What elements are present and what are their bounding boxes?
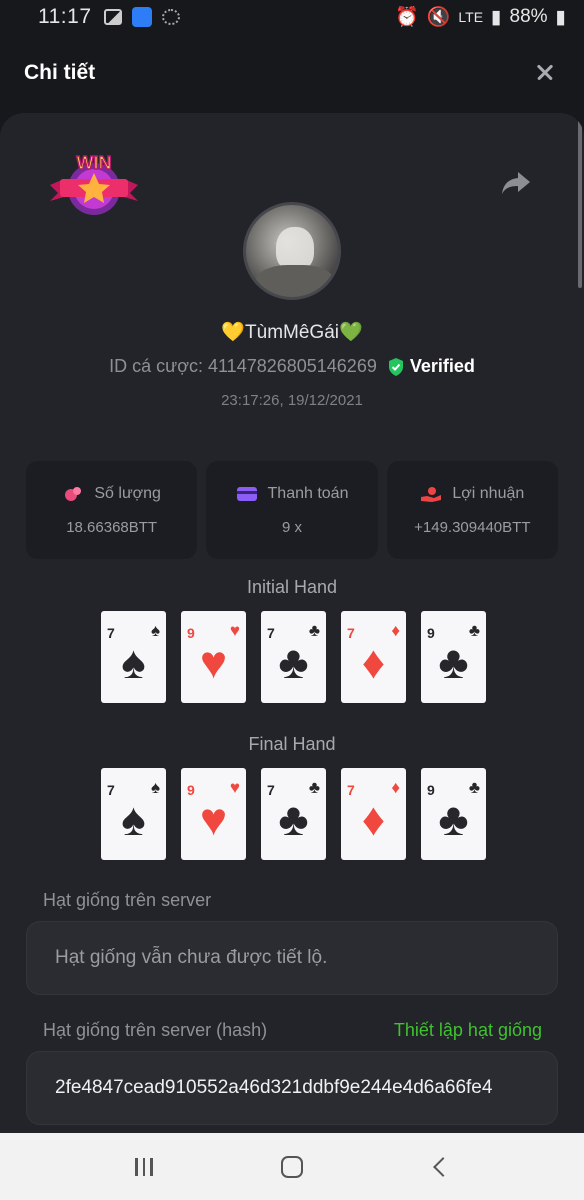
card-suit-large: ♠ xyxy=(121,793,146,845)
share-icon[interactable] xyxy=(500,169,532,197)
server-seed-hash-field[interactable]: 2fe4847cead910552a46d321ddbf9e244e4d6a66… xyxy=(26,1051,558,1125)
card-suit-small: ♥ xyxy=(229,621,240,640)
stat-profit: Lợi nhuận +149.309440BTT xyxy=(386,461,558,559)
status-time: 11:17 xyxy=(38,5,92,28)
playing-card: 7 ♠ ♠ xyxy=(101,768,166,860)
username: 💛TùmMêGái💚 xyxy=(221,322,363,343)
playing-card: 7 ♣ ♣ xyxy=(261,768,326,860)
signal-icon: ▮ xyxy=(491,6,502,28)
back-button[interactable] xyxy=(410,1147,470,1187)
card-suit-small: ♣ xyxy=(468,778,480,797)
stat-amount: Số lượng 18.66368BTT xyxy=(26,461,198,559)
card-suit-large: ♦ xyxy=(361,793,386,845)
stat-label: Lợi nhuận xyxy=(452,484,525,502)
card-suit-small: ♠ xyxy=(150,778,160,797)
verified-label: Verified xyxy=(409,356,475,376)
bet-detail-card: WIN 💛TùmMêGái💚 ID cá cược: 4114782680514… xyxy=(0,113,584,1133)
seed-settings-link[interactable]: Thiết lập hạt giống xyxy=(394,1020,542,1041)
server-seed-hash-label: Hạt giống trên server (hash) xyxy=(43,1020,268,1040)
page-title: Chi tiết xyxy=(24,61,96,84)
card-suit-large: ♠ xyxy=(121,636,146,688)
battery-percent: 88% xyxy=(509,6,548,27)
mute-icon: 🔇 xyxy=(426,7,451,28)
win-badge-icon: WIN xyxy=(50,152,138,215)
card-suit-small: ♠ xyxy=(150,621,160,640)
server-seed-label: Hạt giống trên server xyxy=(43,890,212,910)
final-hand-title: Final Hand xyxy=(248,734,336,754)
stat-value: +149.309440BTT xyxy=(414,518,531,536)
hotspot-icon xyxy=(161,9,180,25)
verified-shield-icon xyxy=(388,357,403,376)
card-suit-small: ♣ xyxy=(308,621,320,640)
card-suit-large: ♣ xyxy=(278,793,309,845)
stat-payout: Thanh toán 9 x xyxy=(206,461,378,559)
card-suit-small: ♦ xyxy=(391,621,400,640)
card-suit-large: ♦ xyxy=(361,636,386,688)
playing-card: 9 ♣ ♣ xyxy=(421,768,486,860)
initial-hand-title: Initial Hand xyxy=(246,577,338,597)
playing-card: 9 ♥ ♥ xyxy=(181,768,246,860)
scrollbar[interactable] xyxy=(578,113,582,288)
playing-card: 7 ♣ ♣ xyxy=(261,611,326,703)
avatar xyxy=(243,202,341,300)
alarm-icon: ⏰ xyxy=(395,7,419,28)
close-icon[interactable] xyxy=(530,58,560,88)
app-notification-icon xyxy=(131,7,152,27)
back-icon xyxy=(433,1156,453,1177)
battery-icon: ▮ xyxy=(555,6,566,28)
home-button[interactable] xyxy=(262,1147,322,1187)
card-suit-large: ♣ xyxy=(278,636,309,688)
playing-card: 7 ♠ ♠ xyxy=(101,611,166,703)
gallery-notification-icon xyxy=(103,9,122,25)
win-badge-text: WIN xyxy=(77,153,112,173)
card-suit-small: ♣ xyxy=(308,778,320,797)
stats-row: Số lượng 18.66368BTT Thanh toán 9 x Lợi … xyxy=(26,461,558,559)
system-nav-bar xyxy=(0,1133,584,1200)
playing-card: 9 ♣ ♣ xyxy=(421,611,486,703)
home-icon xyxy=(281,1155,303,1178)
server-seed-placeholder: Hạt giống vẫn chưa được tiết lộ. xyxy=(55,947,328,968)
status-bar: 11:17 ⏰ 🔇 LTE ▮ 88% ▮ xyxy=(0,0,584,34)
hand-money-icon xyxy=(421,486,442,502)
card-payment-icon xyxy=(236,486,257,501)
card-suit-small: ♣ xyxy=(468,621,480,640)
stat-value: 9 x xyxy=(281,518,302,536)
initial-hand: 7 ♠ ♠ 9 ♥ ♥ 7 ♣ ♣ 7 ♦ ♦ 9 ♣ ♣ xyxy=(101,611,486,703)
card-suit-small: ♥ xyxy=(229,778,240,797)
bet-id: ID cá cược: 41147826805146269 xyxy=(109,356,377,376)
stat-label: Số lượng xyxy=(94,484,161,502)
network-type: LTE xyxy=(458,9,484,25)
bet-id-row: ID cá cược: 41147826805146269 Verified xyxy=(0,356,584,377)
server-seed-hash-value: 2fe4847cead910552a46d321ddbf9e244e4d6a66… xyxy=(55,1077,493,1098)
server-seed-field[interactable]: Hạt giống vẫn chưa được tiết lộ. xyxy=(26,921,558,995)
playing-card: 7 ♦ ♦ xyxy=(341,768,406,860)
stat-value: 18.66368BTT xyxy=(66,518,158,536)
recents-icon xyxy=(135,1157,153,1176)
header: Chi tiết xyxy=(0,34,584,112)
card-suit-small: ♦ xyxy=(391,778,400,797)
card-suit-large: ♥ xyxy=(199,793,228,845)
playing-card: 7 ♦ ♦ xyxy=(341,611,406,703)
card-suit-large: ♣ xyxy=(438,793,469,845)
recents-button[interactable] xyxy=(114,1147,174,1187)
card-suit-large: ♥ xyxy=(199,636,228,688)
bet-timestamp: 23:17:26, 19/12/2021 xyxy=(221,392,363,409)
coins-icon xyxy=(65,486,82,501)
final-hand: 7 ♠ ♠ 9 ♥ ♥ 7 ♣ ♣ 7 ♦ ♦ 9 ♣ ♣ xyxy=(101,768,486,860)
stat-label: Thanh toán xyxy=(267,484,349,502)
playing-card: 9 ♥ ♥ xyxy=(181,611,246,703)
card-suit-large: ♣ xyxy=(438,636,469,688)
